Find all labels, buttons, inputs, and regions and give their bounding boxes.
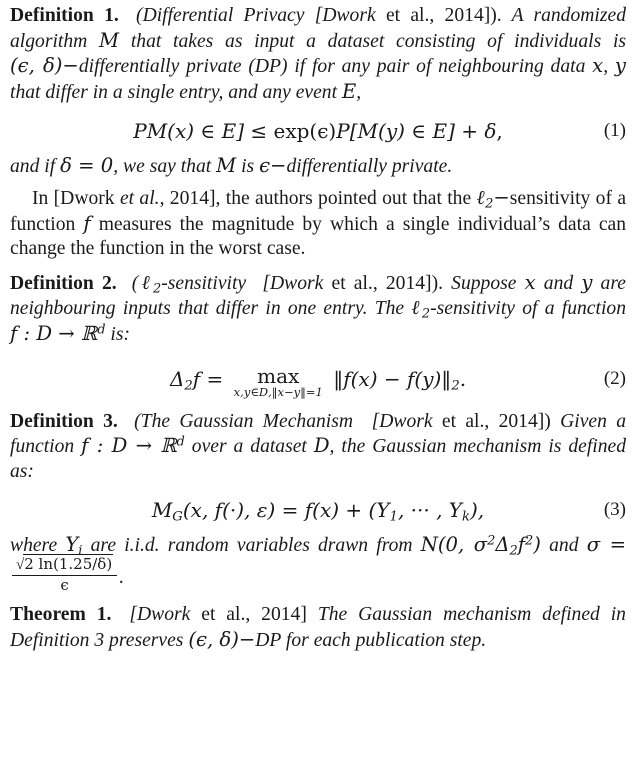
definition-1-comma: ,: [603, 56, 609, 78]
equation-2-rhs: ‖f(x) − f(y)‖2.: [333, 366, 467, 394]
symbol-f-domain-codomain: f : D → ℝd: [10, 321, 106, 345]
after-eq3-period: .: [119, 566, 125, 588]
symbol-y-i: Yi: [65, 533, 83, 559]
equation-1-plus: +: [461, 119, 478, 144]
definition-2-heading: Definition 2.: [10, 272, 117, 294]
equation-3-lhs: MG(x, f(·), ε): [151, 498, 276, 525]
after-eq1-d: differentially private.: [286, 156, 453, 178]
after-equation-1-text: and if δ = 0, we say that M is ϵ−differe…: [10, 154, 626, 180]
sigma-fraction-denominator: ϵ: [60, 575, 69, 594]
definition-1-body-4: that differ in a single entry, and any e…: [10, 81, 338, 103]
definition-3: Definition 3. (The Gaussian Mechanism [D…: [10, 410, 626, 485]
definition-2-body-3: -sensitivity of a function: [430, 298, 626, 320]
definition-2-cite-open: [Dwork: [262, 272, 324, 294]
definition-2-body-1: Suppose: [451, 272, 517, 294]
definition-1-heading: Definition 1.: [10, 5, 119, 26]
paragraph-cite: , 2014], the authors pointed out that th…: [159, 187, 472, 209]
equation-1-body: PM(x) ∈ E] ≤ exp(ϵ)P[M(y) ∈ E] + δ,: [133, 114, 503, 148]
equation-2-max-limits: x,y∈D,‖x−y‖=1: [233, 384, 323, 399]
symbol-delta-equals-zero: δ = 0: [60, 154, 114, 178]
sigma-fraction-numerator: √2 ln(1.25/δ): [12, 553, 118, 576]
paragraph-body-2: measures the magnitude by which a single…: [10, 213, 627, 260]
definition-3-title: (The Gaussian Mechanism: [134, 410, 354, 432]
symbol-x: x: [592, 54, 604, 78]
definition-1: Definition 1. (Differential Privacy [Dwo…: [10, 4, 626, 105]
after-equation-3-text: where Yi are i.i.d. random variables dra…: [10, 533, 626, 597]
equation-1-p-left: P: [133, 119, 147, 144]
definition-1-title: (Differential Privacy [Dwork: [136, 5, 376, 26]
equation-1-row: PM(x) ∈ E] ≤ exp(ϵ)P[M(y) ∈ E] + δ, (1): [10, 114, 626, 148]
equation-2-body: Δ2f = max x,y∈D,‖x−y‖=1 ‖f(x) − f(y)‖2.: [170, 357, 466, 401]
definition-1-end: ,: [356, 81, 362, 103]
definition-2: Definition 2. (ℓ2-sensitivity [Dwork et …: [10, 271, 626, 348]
definition-3-citation: et al., 2014]): [441, 410, 551, 432]
equation-1-trailing: ,: [496, 119, 503, 144]
definition-2-citation: et al., 2014]).: [331, 272, 444, 294]
paragraph-sensitivity: In [Dwork et al., 2014], the authors poi…: [10, 186, 626, 262]
definition-2-title: (ℓ2-sensitivity: [131, 270, 247, 297]
equation-3-equals: =: [281, 498, 299, 523]
symbol-f-domain-codomain-2: f : D → ℝd: [81, 434, 185, 458]
paragraph-etal: et al.: [119, 187, 160, 209]
equation-1-exp: exp(ϵ): [273, 119, 337, 144]
definition-2-and: and: [543, 272, 574, 294]
after-eq3-b: are i.i.d. random variables drawn from: [90, 535, 413, 557]
equation-3-number: (3): [603, 499, 626, 521]
equation-2-max-operator: max x,y∈D,‖x−y‖=1: [234, 366, 323, 399]
symbol-e: E: [341, 79, 357, 103]
after-eq3-c: and: [549, 535, 579, 557]
symbol-ell2-minus: ℓ2−: [476, 185, 510, 212]
theorem-1-body-2: DP for each publication step.: [255, 629, 487, 651]
after-eq1-a: and if: [10, 156, 56, 178]
sigma-radicand: 2 ln(1.25/δ): [23, 553, 114, 573]
paper-page: Definition 1. (Differential Privacy [Dwo…: [0, 0, 637, 769]
symbol-mathcal-m-2: M: [216, 154, 237, 178]
equation-1-number: (1): [603, 120, 626, 142]
definition-3-body-2: over a dataset: [191, 436, 307, 458]
equation-3-body: MG(x, f(·), ε) = f(x) + (Y1, ··· , Yk),: [152, 493, 484, 527]
equation-1-p-right: P: [336, 119, 350, 144]
equation-1-delta: δ: [484, 119, 497, 144]
symbol-normal-distribution: N(0, σ2Δ2f2): [420, 533, 541, 559]
text-column: Definition 1. (Differential Privacy [Dwo…: [10, 4, 626, 653]
after-eq1-c: is: [241, 156, 255, 178]
definition-1-body-2: that takes as input a dataset consisting…: [130, 30, 627, 52]
definition-1-citation: et al., 2014]).: [385, 5, 502, 26]
symbol-sigma-equals: σ =: [586, 533, 626, 557]
symbol-x-2: x: [524, 270, 536, 294]
symbol-epsilon-delta-2: (ϵ, δ)−: [188, 627, 256, 651]
symbol-y: y: [614, 54, 626, 78]
equation-2-number: (2): [603, 367, 626, 389]
theorem-1: Theorem 1. [Dwork et al., 2014] The Gaus…: [10, 603, 626, 653]
after-eq1-b: , we say that: [113, 156, 212, 178]
equation-2-max-label: max: [257, 363, 300, 388]
equation-1-rhs: [M(y) ∈ E]: [349, 119, 455, 144]
equation-2-row: Δ2f = max x,y∈D,‖x−y‖=1 ‖f(x) − f(y)‖2. …: [10, 357, 626, 401]
symbol-epsilon-minus: ϵ−: [259, 154, 287, 178]
symbol-epsilon-delta: (ϵ, δ)−: [10, 54, 79, 78]
equation-2-equals: =: [206, 366, 224, 391]
definition-3-cite-open: [Dwork: [371, 410, 433, 432]
symbol-mathcal-m: M: [99, 28, 120, 52]
theorem-1-citation: et al., 2014]: [201, 603, 307, 625]
equation-3-rhs: f(x) + (Y1, ··· , Yk),: [304, 498, 485, 525]
paragraph-lead: In [Dwork: [32, 187, 115, 209]
sigma-fraction: √2 ln(1.25/δ) ϵ: [12, 553, 118, 594]
theorem-1-heading: Theorem 1.: [10, 603, 112, 625]
definition-1-body-3: differentially private (DP) if for any p…: [78, 56, 586, 78]
equation-3-row: MG(x, f(·), ε) = f(x) + (Y1, ··· , Yk), …: [10, 493, 626, 527]
equation-1-relation: ≤: [250, 119, 268, 144]
symbol-f: f: [83, 211, 91, 235]
definition-3-heading: Definition 3.: [10, 410, 118, 432]
symbol-dataset-d: D: [313, 434, 330, 458]
symbol-y-2: y: [581, 270, 593, 294]
equation-1-lhs: M(x) ∈ E]: [146, 119, 245, 144]
definition-2-body-4: is:: [110, 323, 130, 345]
theorem-1-cite-open: [Dwork: [129, 603, 191, 625]
symbol-ell2-2: ℓ2: [411, 296, 431, 322]
equation-2-lhs: Δ2f: [169, 366, 201, 394]
